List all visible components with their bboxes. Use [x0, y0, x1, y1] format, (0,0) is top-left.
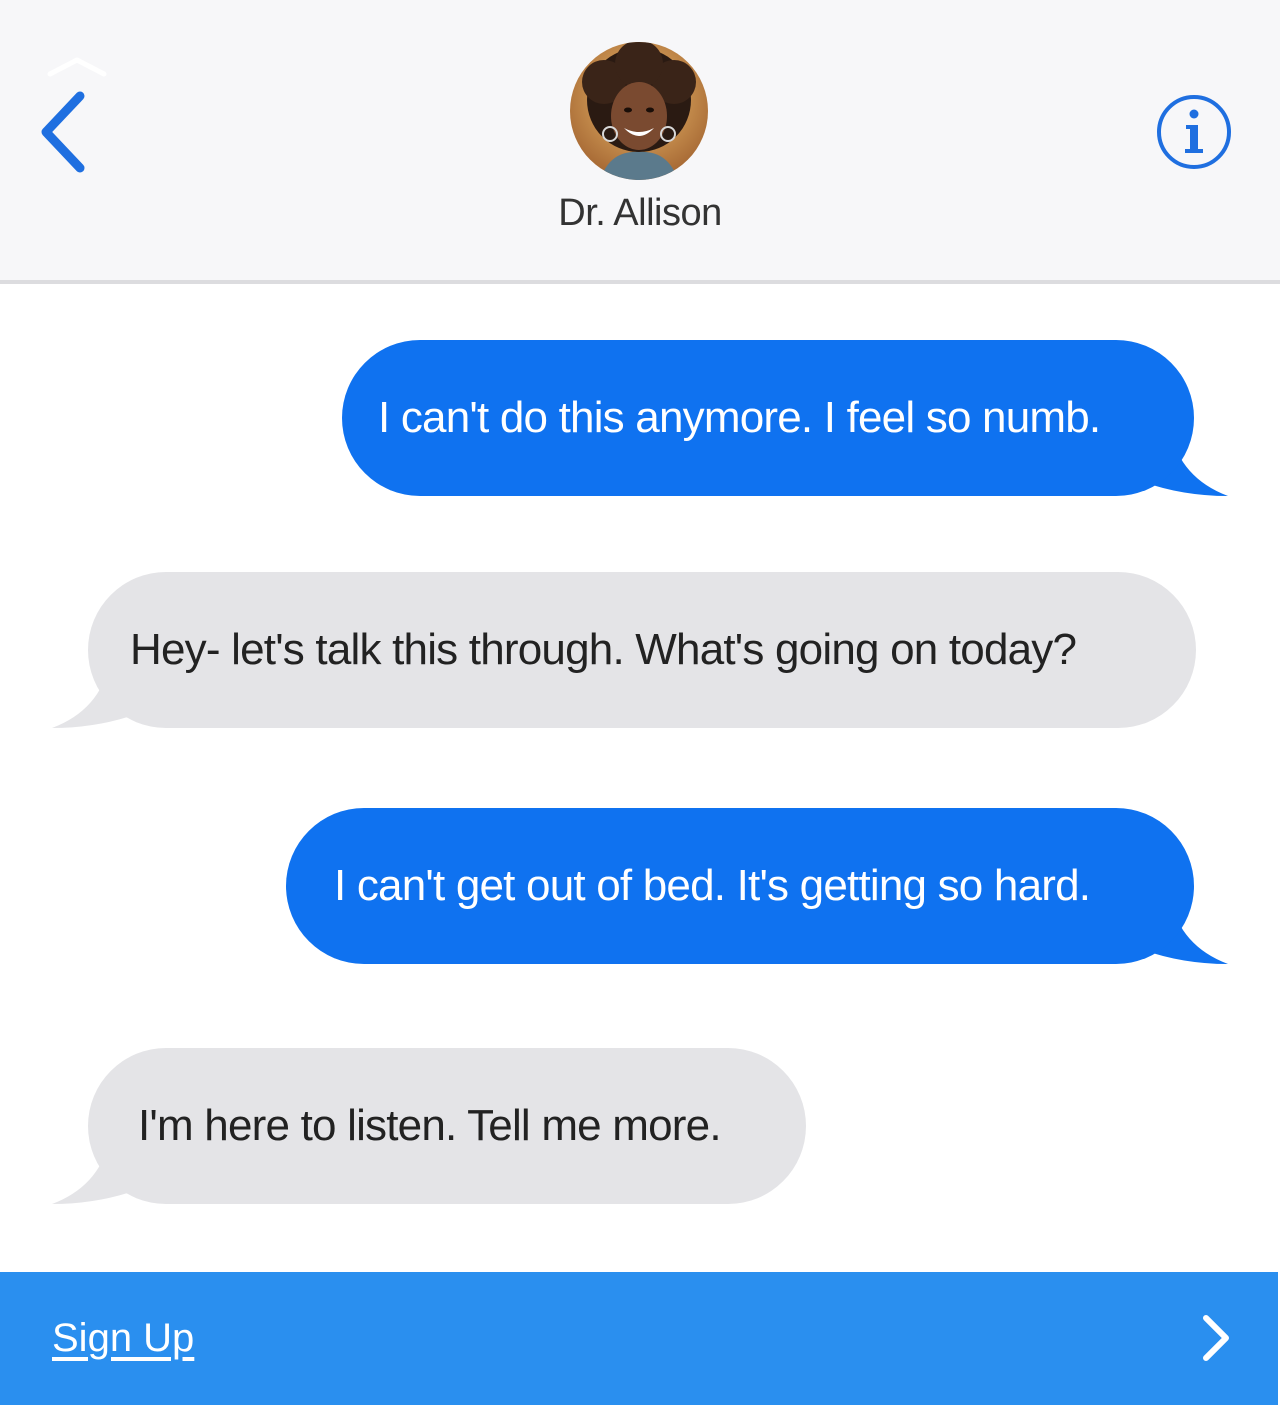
swipe-handle-icon — [42, 52, 112, 82]
sent-message-bubble[interactable]: I can't do this anymore. I feel so numb. — [342, 340, 1194, 496]
sent-message-bubble[interactable]: I can't get out of bed. It's getting so … — [286, 808, 1194, 964]
contact-name: Dr. Allison — [558, 192, 722, 234]
chat-screen: Dr. Allison I can't do this anymore. I f… — [0, 0, 1280, 1405]
signup-link[interactable]: Sign Up — [52, 1316, 194, 1361]
chevron-left-icon — [41, 91, 85, 173]
avatar[interactable] — [570, 42, 708, 180]
message-text: Hey- let's talk this through. What's goi… — [130, 625, 1077, 674]
chevron-right-icon[interactable] — [1196, 1312, 1236, 1364]
info-icon — [1157, 95, 1231, 169]
info-button[interactable] — [1154, 92, 1234, 172]
signup-banner[interactable]: Sign Up — [0, 1272, 1278, 1405]
received-message-bubble[interactable]: I'm here to listen. Tell me more. — [88, 1048, 806, 1204]
message-text: I'm here to listen. Tell me more. — [138, 1101, 722, 1150]
message-text: I can't get out of bed. It's getting so … — [334, 861, 1091, 910]
received-message-bubble[interactable]: Hey- let's talk this through. What's goi… — [88, 572, 1196, 728]
conversation-header: Dr. Allison — [0, 0, 1280, 284]
back-button[interactable] — [30, 82, 100, 182]
message-text: I can't do this anymore. I feel so numb. — [378, 393, 1101, 442]
